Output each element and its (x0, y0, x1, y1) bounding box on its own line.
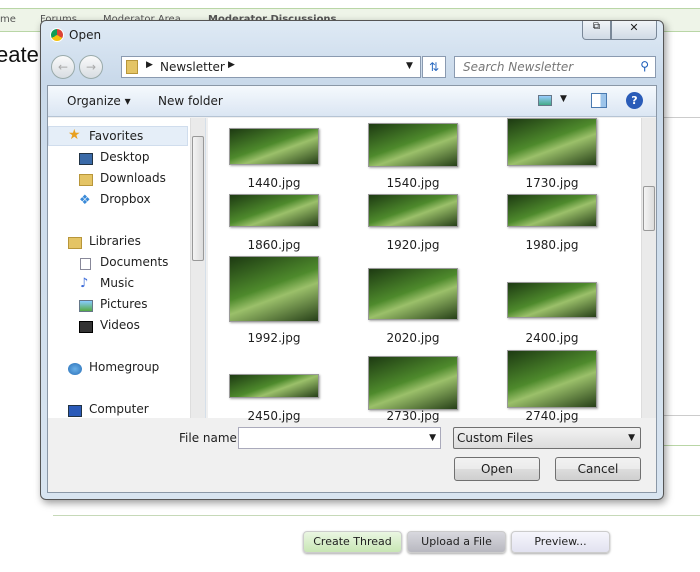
file-name[interactable]: 1920.jpg (353, 238, 473, 252)
file-thumbnail[interactable] (507, 282, 597, 318)
pictures-icon (79, 300, 93, 312)
file-name-input[interactable]: ▼ (238, 427, 441, 449)
nav-homegroup[interactable]: Homegroup (89, 360, 159, 374)
file-name[interactable]: 1860.jpg (214, 238, 334, 252)
open-button[interactable]: Open (454, 457, 540, 481)
file-name[interactable]: 1440.jpg (214, 176, 334, 190)
new-folder-button[interactable]: New folder (158, 94, 223, 108)
nav-dropbox[interactable]: Dropbox (100, 192, 151, 206)
preview-pane-icon[interactable] (591, 93, 607, 108)
forward-button[interactable]: → (79, 55, 103, 79)
nav-scrollbar[interactable] (190, 118, 205, 418)
restore-button[interactable]: ⧉ (582, 21, 611, 40)
nav-documents[interactable]: Documents (100, 255, 168, 269)
nav-desktop[interactable]: Desktop (100, 150, 150, 164)
nav-music[interactable]: Music (100, 276, 134, 290)
file-thumbnail[interactable] (368, 356, 458, 410)
nav-downloads[interactable]: Downloads (100, 171, 166, 185)
search-icon[interactable]: ⚲ (640, 59, 649, 73)
toolbar: Organize ▾ New folder ▼ ? (48, 86, 656, 117)
back-button[interactable]: ← (51, 55, 75, 79)
file-thumbnail[interactable] (229, 194, 319, 227)
address-path[interactable]: Newsletter (160, 60, 225, 74)
chrome-icon (50, 28, 64, 42)
file-name-label: File name: (179, 431, 241, 445)
file-name[interactable]: 1730.jpg (492, 176, 612, 190)
divider (660, 415, 700, 416)
file-thumbnail[interactable] (229, 256, 319, 322)
preview-button[interactable]: Preview... (511, 531, 610, 553)
divider (660, 445, 700, 446)
organize-button[interactable]: Organize ▾ (67, 94, 131, 108)
open-file-dialog: Open ⧉ ✕ ← → ▶ Newsletter ▶ ▼ ⇅ Search N… (40, 20, 664, 500)
file-list: 1440.jpg 1540.jpg 1730.jpg 1860.jpg 1920.jpg… (208, 118, 656, 423)
create-thread-button[interactable]: Create Thread (303, 531, 402, 553)
file-name-dropdown-icon[interactable]: ▼ (429, 433, 436, 443)
homegroup-icon (68, 363, 82, 375)
file-name[interactable]: 2020.jpg (353, 331, 473, 345)
file-name[interactable]: 2730.jpg (353, 409, 473, 423)
file-thumbnail[interactable] (507, 118, 597, 166)
navigation-pane: ★ Favorites Desktop Downloads ❖ Dropbox … (48, 118, 206, 418)
file-thumbnail[interactable] (229, 374, 319, 398)
file-thumbnail[interactable] (229, 128, 319, 165)
music-icon: ♪ (80, 276, 89, 291)
dropbox-icon: ❖ (79, 193, 91, 208)
libraries-icon (68, 237, 82, 249)
file-name[interactable]: 1992.jpg (214, 331, 334, 345)
view-dropdown-icon[interactable]: ▼ (560, 94, 567, 104)
downloads-icon (79, 174, 93, 186)
documents-icon (80, 258, 91, 270)
help-icon[interactable]: ? (626, 92, 643, 109)
address-dropdown-icon[interactable]: ▼ (406, 61, 413, 71)
nav-pictures[interactable]: Pictures (100, 297, 148, 311)
dialog-title: Open (69, 28, 102, 42)
nav-libraries[interactable]: Libraries (89, 234, 141, 248)
address-bar[interactable]: ▶ Newsletter ▶ ▼ (121, 56, 421, 78)
file-name[interactable]: 1980.jpg (492, 238, 612, 252)
cancel-button[interactable]: Cancel (555, 457, 641, 481)
nav-favorites[interactable]: Favorites (89, 129, 143, 143)
view-icon[interactable] (538, 95, 552, 106)
file-name[interactable]: 2450.jpg (214, 409, 334, 423)
file-thumbnail[interactable] (368, 268, 458, 320)
computer-icon (68, 405, 82, 417)
file-thumbnail[interactable] (368, 194, 458, 227)
file-list-scrollbar[interactable] (641, 118, 656, 418)
nav-computer[interactable]: Computer (89, 402, 149, 416)
file-thumbnail[interactable] (507, 194, 597, 227)
file-thumbnail[interactable] (507, 350, 597, 408)
page-title: eate (0, 42, 39, 67)
nav-videos[interactable]: Videos (100, 318, 140, 332)
file-name[interactable]: 2400.jpg (492, 331, 612, 345)
desktop-icon (79, 153, 93, 165)
close-button[interactable]: ✕ (611, 21, 657, 40)
refresh-icon[interactable]: ⇅ (422, 56, 446, 78)
search-input[interactable]: Search Newsletter ⚲ (454, 56, 656, 78)
file-name[interactable]: 2740.jpg (492, 409, 612, 423)
divider (660, 117, 700, 118)
breadcrumb-home[interactable]: me (0, 14, 16, 25)
star-icon: ★ (68, 127, 81, 143)
divider (53, 515, 700, 516)
dialog-body: Organize ▾ New folder ▼ ? ★ Favorites De… (47, 85, 657, 493)
file-thumbnail[interactable] (368, 123, 458, 167)
file-name[interactable]: 1540.jpg (353, 176, 473, 190)
videos-icon (79, 321, 93, 333)
folder-icon (126, 60, 138, 74)
chevron-down-icon: ▼ (628, 433, 635, 443)
upload-file-button[interactable]: Upload a File (407, 531, 506, 553)
file-type-select[interactable]: Custom Files ▼ (453, 427, 641, 449)
